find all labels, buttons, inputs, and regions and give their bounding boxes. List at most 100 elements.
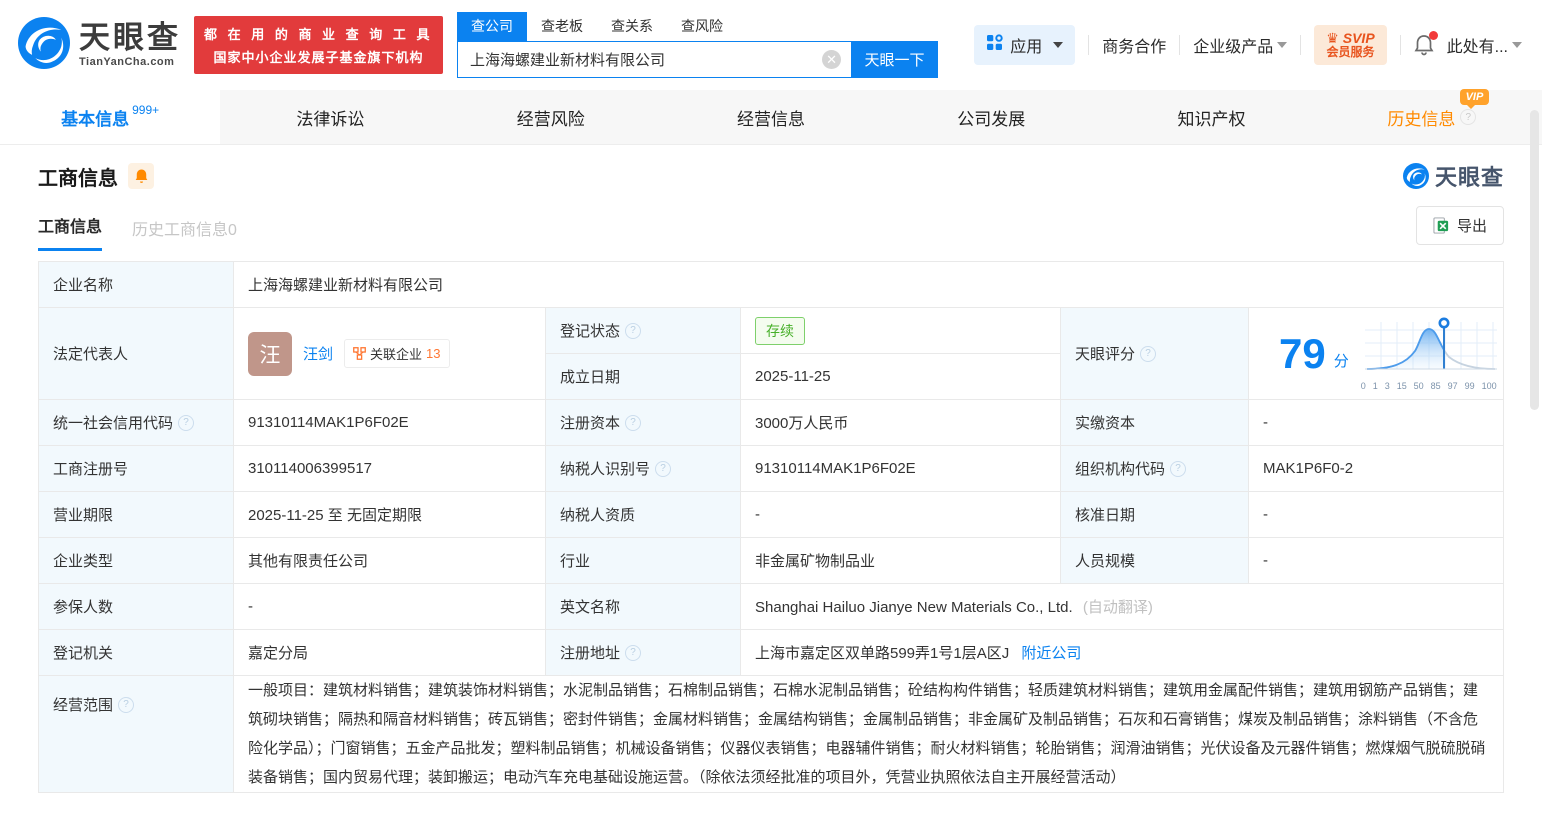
establish-date-label: 成立日期: [560, 366, 620, 387]
help-icon[interactable]: [1460, 109, 1476, 125]
help-icon[interactable]: [655, 461, 671, 477]
chevron-down-icon: [1512, 42, 1522, 48]
table-row: 统一社会信用代码 91310114MAK1P6F02E 注册资本 3000万人民…: [39, 400, 1504, 446]
search-tab-boss[interactable]: 查老板: [527, 12, 597, 41]
english-name-label: 英文名称: [560, 596, 620, 617]
help-icon[interactable]: [625, 415, 641, 431]
section-title: 工商信息: [38, 162, 118, 191]
chevron-down-icon: [1277, 42, 1287, 48]
help-icon[interactable]: [178, 415, 194, 431]
legal-rep-link[interactable]: 汪剑: [303, 343, 333, 364]
legal-rep-avatar[interactable]: 汪: [248, 332, 292, 376]
tianyancha-swirl-icon: [18, 17, 70, 74]
promo-line2: 国家中小企业发展子基金旗下机构: [204, 47, 433, 66]
org-network-icon: [353, 347, 366, 360]
svip-membership-button[interactable]: ♛ SVIP 会员服务: [1314, 25, 1386, 65]
chevron-down-icon: [1053, 42, 1063, 48]
divider: [1088, 35, 1089, 55]
insured-count-label: 参保人数: [53, 596, 113, 617]
search-tab-company[interactable]: 查公司: [457, 12, 527, 41]
tab-operating-risk[interactable]: 经营风险: [441, 90, 661, 144]
notification-dot: [1429, 31, 1438, 40]
subscribe-bell-button[interactable]: [128, 163, 154, 189]
help-icon[interactable]: [625, 645, 641, 661]
address-label: 注册地址: [560, 642, 620, 663]
status-badge: 存续: [755, 317, 805, 345]
table-row: 企业类型 其他有限责任公司 行业 非金属矿物制品业 人员规模 -: [39, 538, 1504, 584]
related-companies-button[interactable]: 关联企业 13: [344, 339, 449, 368]
tab-operating-info[interactable]: 经营信息: [661, 90, 881, 144]
tab-history-info[interactable]: 历史信息 VIP: [1322, 90, 1542, 144]
tab-basic-info[interactable]: 基本信息 999+: [0, 90, 220, 144]
search-tabs: 查公司 查老板 查关系 查风险: [457, 12, 938, 41]
tab-legal-proceedings[interactable]: 法律诉讼: [220, 90, 440, 144]
search-tab-risk[interactable]: 查风险: [667, 12, 737, 41]
score-axis-ticks: 013 155085 9799100: [1361, 381, 1497, 391]
related-companies-count: 13: [426, 346, 440, 361]
reg-authority-value: 嘉定分局: [234, 630, 546, 676]
tab-basic-info-label: 基本信息: [61, 105, 129, 130]
score-marker-pin: [1440, 319, 1448, 327]
tyc-score-value: 79: [1279, 333, 1326, 375]
business-info-table: 企业名称 上海海螺建业新材料有限公司 法定代表人 汪 汪剑 关联企: [38, 261, 1504, 793]
tyc-score-label: 天眼评分: [1075, 343, 1135, 364]
score-distribution-chart: 013 155085 9799100: [1361, 316, 1501, 391]
main-content: 工商信息 天眼查 工商信息 历史工商信息0 导出: [0, 160, 1542, 793]
tianyancha-watermark: 天眼查: [1403, 160, 1504, 192]
establish-date-value: 2025-11-25: [741, 354, 1061, 400]
user-account-label: 此处有...: [1447, 33, 1508, 57]
legal-rep-label: 法定代表人: [53, 343, 128, 364]
related-companies-label: 关联企业: [370, 344, 422, 363]
company-type-value: 其他有限责任公司: [234, 538, 546, 584]
taxpayer-quality-value: -: [741, 492, 1061, 538]
promo-banner[interactable]: 都 在 用 的 商 业 查 询 工 具 国家中小企业发展子基金旗下机构: [194, 16, 443, 74]
nearby-companies-link[interactable]: 附近公司: [1021, 645, 1081, 662]
taxpayer-id-label: 纳税人识别号: [560, 458, 650, 479]
industry-label: 行业: [560, 550, 590, 571]
vip-badge: VIP: [1460, 89, 1490, 105]
help-icon[interactable]: [625, 323, 641, 339]
export-label: 导出: [1457, 215, 1487, 236]
tab-intellectual-property-label: 知识产权: [1178, 105, 1246, 130]
business-cooperation-menu[interactable]: 商务合作: [1102, 33, 1166, 57]
search-button[interactable]: 天眼一下: [851, 41, 938, 78]
company-type-label: 企业类型: [53, 550, 113, 571]
subtab-business-info[interactable]: 工商信息: [38, 213, 102, 251]
tab-company-development[interactable]: 公司发展: [881, 90, 1101, 144]
credit-code-value: 91310114MAK1P6F02E: [234, 400, 546, 446]
subtab-history-business-info[interactable]: 历史工商信息0: [132, 216, 237, 251]
enterprise-product-label: 企业级产品: [1193, 33, 1273, 57]
notification-bell-button[interactable]: [1414, 34, 1434, 56]
search-input[interactable]: [457, 41, 851, 78]
apps-grid-icon: [986, 34, 1003, 56]
english-name-value: Shanghai Hailuo Jianye New Materials Co.…: [755, 599, 1073, 616]
help-icon[interactable]: [118, 697, 134, 713]
tianyancha-swirl-icon: [1403, 163, 1429, 189]
reg-capital-value: 3000万人民币: [741, 400, 1061, 446]
export-button[interactable]: 导出: [1416, 206, 1504, 245]
tab-basic-info-badge: 999+: [132, 103, 159, 117]
divider: [1179, 35, 1180, 55]
bell-icon: [134, 168, 149, 184]
help-icon[interactable]: [1170, 461, 1186, 477]
paid-capital-label: 实缴资本: [1075, 412, 1135, 433]
tab-intellectual-property[interactable]: 知识产权: [1101, 90, 1321, 144]
scrollbar[interactable]: [1530, 110, 1539, 410]
staff-size-value: -: [1249, 538, 1504, 584]
apps-menu[interactable]: 应用: [974, 25, 1075, 65]
clear-search-icon[interactable]: ✕: [822, 50, 841, 69]
enterprise-product-menu[interactable]: 企业级产品: [1193, 33, 1287, 57]
business-term-value: 2025-11-25 至 无固定期限: [234, 492, 546, 538]
approval-date-label: 核准日期: [1075, 504, 1135, 525]
top-header: 天眼查 TianYanCha.com 都 在 用 的 商 业 查 询 工 具 国…: [0, 0, 1542, 90]
logo-domain: TianYanCha.com: [79, 56, 181, 68]
tianyancha-logo[interactable]: 天眼查 TianYanCha.com: [18, 17, 181, 74]
user-account-menu[interactable]: 此处有...: [1447, 33, 1522, 57]
reg-status-label: 登记状态: [560, 320, 620, 341]
help-icon[interactable]: [1140, 346, 1156, 362]
company-nav-tabs: 基本信息 999+ 法律诉讼 经营风险 经营信息 公司发展 知识产权 历史信息 …: [0, 90, 1542, 145]
tab-operating-risk-label: 经营风险: [517, 105, 585, 130]
search-tab-relation[interactable]: 查关系: [597, 12, 667, 41]
divider: [1300, 35, 1301, 55]
taxpayer-id-value: 91310114MAK1P6F02E: [741, 446, 1061, 492]
